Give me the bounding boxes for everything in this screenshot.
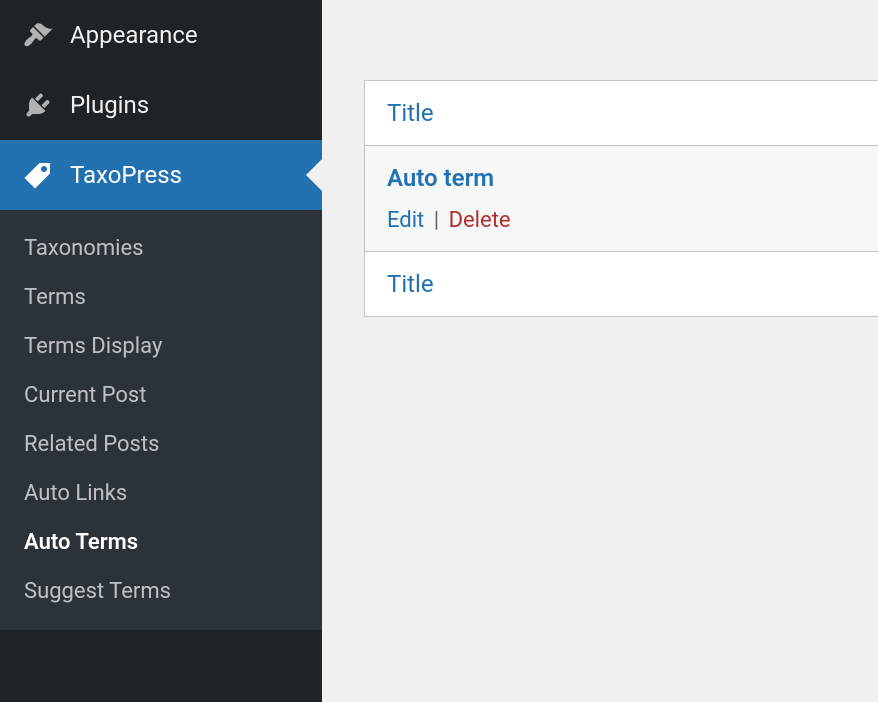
sidebar-item-label: Plugins — [70, 91, 149, 119]
sidebar-item-label: Appearance — [70, 21, 198, 49]
plug-icon — [20, 87, 56, 123]
sidebar-sub-terms-display[interactable]: Terms Display — [0, 322, 322, 371]
sidebar-sub-auto-links[interactable]: Auto Links — [0, 469, 322, 518]
sidebar-sub-current-post[interactable]: Current Post — [0, 371, 322, 420]
table-header-row: Title — [365, 81, 878, 145]
sidebar-item-plugins[interactable]: Plugins — [0, 70, 322, 140]
sidebar-sub-related-posts[interactable]: Related Posts — [0, 420, 322, 469]
row-title-link[interactable]: Auto term — [387, 164, 856, 192]
sidebar-item-taxopress[interactable]: TaxoPress — [0, 140, 322, 210]
column-footer-title[interactable]: Title — [387, 270, 434, 298]
edit-link[interactable]: Edit — [387, 208, 424, 233]
main-content: Title Auto term Edit | Delete Title — [322, 0, 878, 702]
table-row[interactable]: Auto term Edit | Delete — [365, 145, 878, 252]
delete-link[interactable]: Delete — [449, 208, 511, 233]
list-table: Title Auto term Edit | Delete Title — [364, 80, 878, 317]
sidebar-sub-taxonomies[interactable]: Taxonomies — [0, 224, 322, 273]
row-actions: Edit | Delete — [387, 208, 856, 233]
sidebar-item-appearance[interactable]: Appearance — [0, 0, 322, 70]
action-separator: | — [434, 208, 439, 233]
sidebar-sub-suggest-terms[interactable]: Suggest Terms — [0, 567, 322, 616]
admin-sidebar: Appearance Plugins TaxoPress Taxonomies … — [0, 0, 322, 702]
sidebar-sub-terms[interactable]: Terms — [0, 273, 322, 322]
sidebar-sub-auto-terms[interactable]: Auto Terms — [0, 518, 322, 567]
tag-icon — [20, 157, 56, 193]
table-footer-row: Title — [365, 252, 878, 316]
sidebar-submenu: Taxonomies Terms Terms Display Current P… — [0, 210, 322, 630]
column-header-title[interactable]: Title — [387, 99, 434, 127]
sidebar-item-label: TaxoPress — [70, 161, 182, 189]
paintbrush-icon — [20, 17, 56, 53]
